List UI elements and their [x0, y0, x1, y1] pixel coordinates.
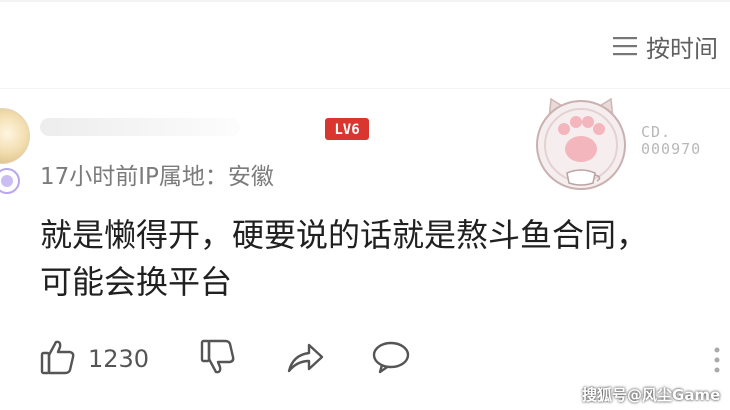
- more-options-button[interactable]: [713, 346, 721, 378]
- comment-line: 可能会换平台: [40, 263, 233, 301]
- sort-by-time-button[interactable]: 按时间: [612, 28, 718, 64]
- paw-decoration-icon: [533, 95, 629, 197]
- more-vertical-icon: [713, 347, 721, 378]
- level-badge-text: LV6: [334, 122, 359, 138]
- avatar-badge-icon: [0, 168, 20, 194]
- dislike-button[interactable]: [200, 338, 236, 380]
- comment-actions: 1230: [0, 338, 730, 382]
- list-icon: [612, 35, 638, 57]
- thumbs-down-icon: [200, 338, 236, 380]
- share-icon: [285, 338, 325, 380]
- comment-meta: 17小时前IP属地：安徽: [40, 164, 274, 190]
- like-count: 1230: [88, 345, 150, 373]
- level-badge: LV6: [324, 117, 370, 145]
- sort-label: 按时间: [646, 34, 718, 63]
- decoration-code-line2: 000970: [641, 140, 702, 158]
- reply-button[interactable]: [371, 338, 411, 380]
- comment-line: 就是懒得开，硬要说的话就是熬斗鱼合同，: [40, 216, 649, 254]
- username[interactable]: [40, 118, 240, 136]
- avatar[interactable]: [0, 108, 30, 164]
- top-divider: [0, 0, 730, 2]
- comment-bubble-icon: [371, 338, 411, 380]
- decoration-code: CD. 000970: [641, 124, 701, 158]
- like-button[interactable]: 1230: [40, 338, 149, 380]
- share-button[interactable]: [285, 338, 325, 380]
- section-divider: [0, 88, 730, 89]
- watermark: 搜狐号@风尘Game: [582, 386, 721, 404]
- decoration-code-line1: CD.: [641, 123, 672, 141]
- comment-content: 就是懒得开，硬要说的话就是熬斗鱼合同， 可能会换平台: [40, 212, 720, 306]
- thumbs-up-icon: [40, 338, 76, 380]
